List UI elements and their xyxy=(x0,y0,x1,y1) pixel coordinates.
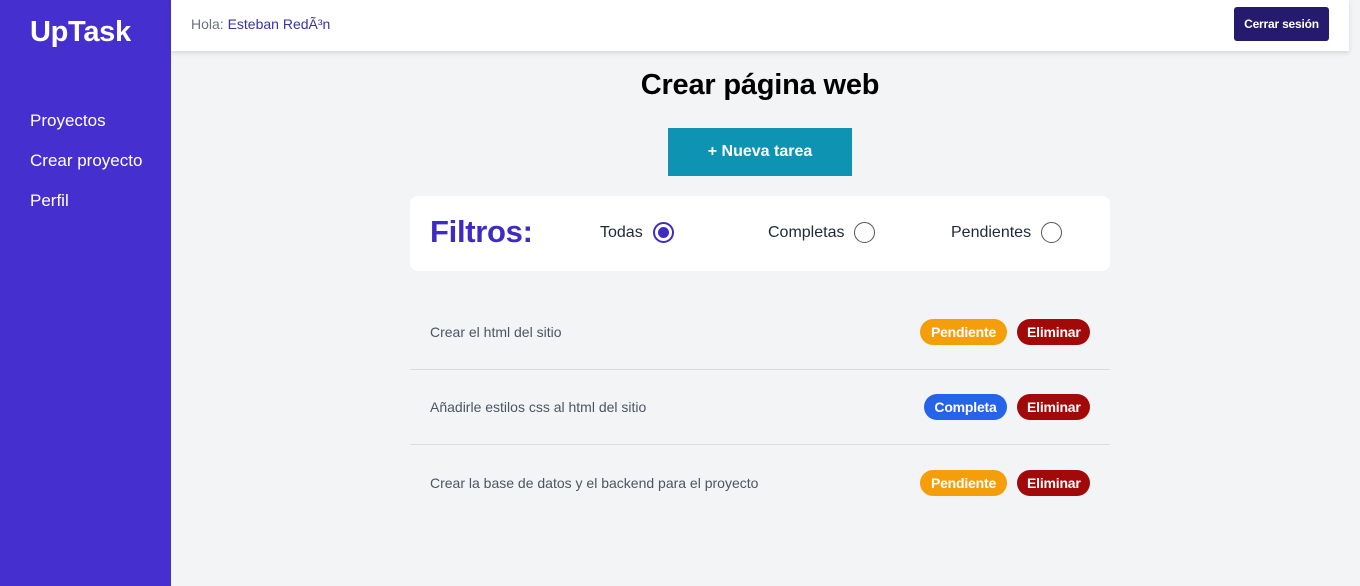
delete-task-button[interactable]: Eliminar xyxy=(1017,469,1090,496)
filter-pendientes[interactable]: Pendientes xyxy=(951,222,1063,243)
filter-todas-label: Todas xyxy=(600,223,643,241)
task-row: Añadirle estilos css al html del sitio C… xyxy=(410,370,1110,445)
task-status-button[interactable]: Pendiente xyxy=(920,319,1007,345)
page-title: Crear página web xyxy=(640,69,880,101)
task-list: Crear el html del sitio Pendiente Elimin… xyxy=(410,295,1110,520)
filter-todas[interactable]: Todas xyxy=(600,222,674,243)
task-actions: Pendiente Eliminar xyxy=(920,469,1090,496)
filter-todas-radio[interactable] xyxy=(652,222,674,243)
filter-completas[interactable]: Completas xyxy=(768,222,876,243)
app-logo: UpTask xyxy=(30,16,131,48)
delete-task-button[interactable]: Eliminar xyxy=(1017,319,1090,345)
task-row: Crear la base de datos y el backend para… xyxy=(410,445,1110,520)
filter-completas-label: Completas xyxy=(768,223,845,241)
task-name[interactable]: Crear la base de datos y el backend para… xyxy=(430,475,758,491)
task-actions: Completa Eliminar xyxy=(924,394,1090,420)
filter-completas-radio[interactable] xyxy=(854,222,876,243)
task-row: Crear el html del sitio Pendiente Elimin… xyxy=(410,295,1110,370)
filters-panel: Filtros: Todas Completas Pendientes xyxy=(410,196,1110,271)
top-bar: Hola: Esteban RedÃ³n Cerrar sesión xyxy=(171,0,1349,51)
sidebar-item-perfil[interactable]: Perfil xyxy=(30,190,142,230)
task-actions: Pendiente Eliminar xyxy=(920,319,1090,345)
task-status-button[interactable]: Pendiente xyxy=(920,469,1007,496)
sidebar-item-proyectos[interactable]: Proyectos xyxy=(30,110,142,150)
delete-task-button[interactable]: Eliminar xyxy=(1017,394,1090,420)
logout-button[interactable]: Cerrar sesión xyxy=(1234,7,1329,41)
greeting-label: Hola: xyxy=(191,16,224,32)
sidebar-nav: Proyectos Crear proyecto Perfil xyxy=(30,110,142,230)
sidebar: UpTask Proyectos Crear proyecto Perfil xyxy=(0,0,171,586)
user-greeting: Hola: Esteban RedÃ³n xyxy=(191,16,330,32)
filter-pendientes-radio[interactable] xyxy=(1041,222,1063,243)
task-name[interactable]: Crear el html del sitio xyxy=(430,324,562,340)
filters-title: Filtros: xyxy=(430,214,533,249)
user-name: Esteban RedÃ³n xyxy=(227,16,331,32)
task-status-button[interactable]: Completa xyxy=(924,394,1007,420)
sidebar-item-crear-proyecto[interactable]: Crear proyecto xyxy=(30,150,142,190)
task-name[interactable]: Añadirle estilos css al html del sitio xyxy=(430,399,646,415)
new-task-button[interactable]: + Nueva tarea xyxy=(668,128,852,176)
filter-pendientes-label: Pendientes xyxy=(951,223,1032,241)
